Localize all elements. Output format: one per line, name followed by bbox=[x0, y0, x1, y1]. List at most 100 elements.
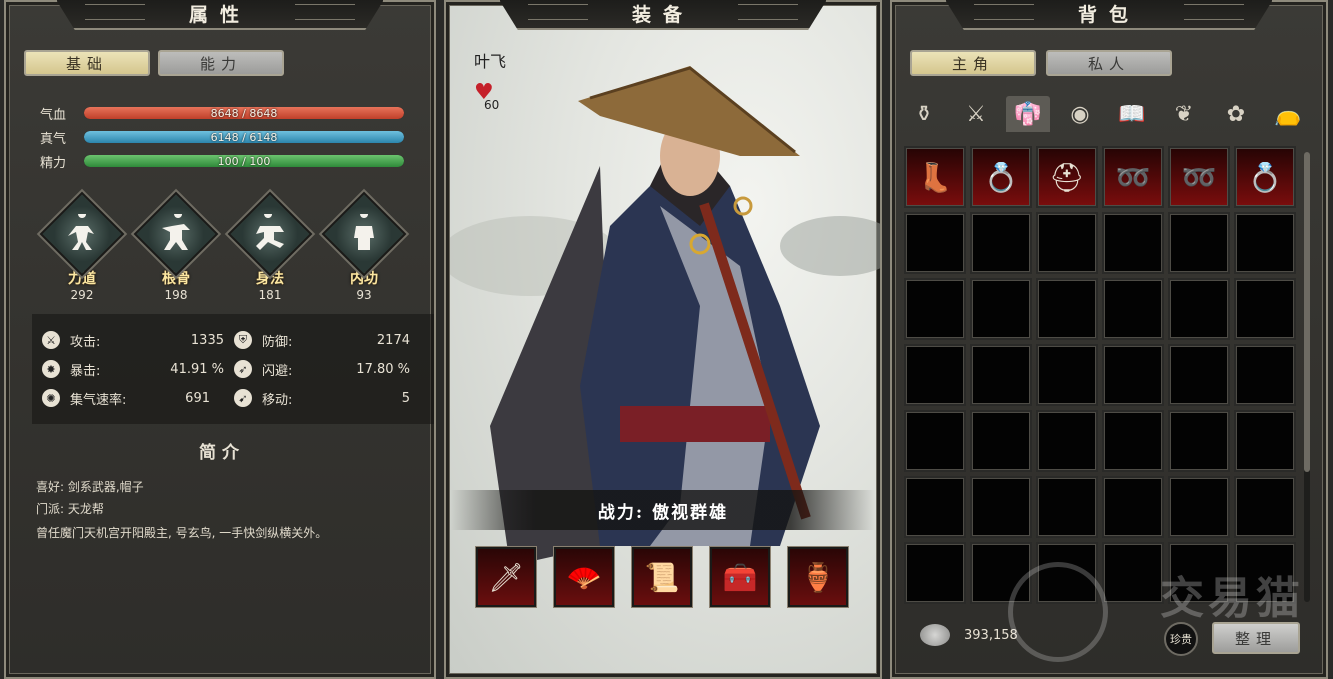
inventory-slot[interactable] bbox=[1168, 212, 1230, 274]
attack-stat: ⚔ 攻击: 1335 bbox=[42, 330, 224, 350]
strength-icon bbox=[39, 191, 125, 277]
inventory-slot[interactable] bbox=[970, 476, 1032, 538]
shield-icon: ⛨ bbox=[234, 331, 252, 349]
treasure-icon: 🧰 bbox=[722, 560, 758, 594]
inventory-slot[interactable] bbox=[1102, 278, 1164, 340]
inventory-slot[interactable] bbox=[970, 212, 1032, 274]
inventory-slot[interactable] bbox=[1036, 344, 1098, 406]
inventory-slot[interactable] bbox=[970, 344, 1032, 406]
qi-label: 真气 bbox=[40, 131, 67, 147]
inventory-slot[interactable]: 👢 bbox=[904, 146, 966, 208]
inventory-slot[interactable] bbox=[1102, 542, 1164, 604]
qi-bar: 6148 / 6148 bbox=[84, 131, 404, 143]
favor-value: 60 bbox=[484, 98, 500, 112]
equip-slot-chest[interactable]: 🧰 bbox=[710, 547, 770, 607]
intro-sect: 门派: 天龙帮 bbox=[36, 502, 104, 516]
inventory-slot[interactable] bbox=[1036, 410, 1098, 472]
equip-slot-accessory[interactable]: 🪭 bbox=[554, 547, 614, 607]
inventory-slot[interactable] bbox=[970, 278, 1032, 340]
character-name: 叶飞 bbox=[474, 52, 507, 71]
move-icon: ➹ bbox=[234, 389, 252, 407]
equip-slot-weapon[interactable]: 🗡 bbox=[476, 547, 536, 607]
inventory-slot[interactable] bbox=[1234, 542, 1296, 604]
category-book-icon[interactable]: 📖 bbox=[1110, 96, 1154, 132]
inventory-slot[interactable] bbox=[1234, 476, 1296, 538]
attr-strength[interactable]: 力道 292 bbox=[39, 191, 125, 302]
fan-icon: 🪭 bbox=[566, 560, 602, 594]
dodge-stat: ➶ 闪避: 17.80 % bbox=[234, 359, 410, 379]
inner-power-icon bbox=[321, 191, 407, 277]
helmet-icon: ⛑ bbox=[1049, 160, 1085, 194]
move-stat: ➹ 移动: 5 bbox=[234, 388, 410, 408]
inventory-slot[interactable] bbox=[904, 278, 966, 340]
category-accessory-icon[interactable]: ◉ bbox=[1058, 96, 1102, 132]
dodge-icon: ➶ bbox=[234, 360, 252, 378]
inventory-slot[interactable] bbox=[904, 476, 966, 538]
inventory-panel-title: 背包 bbox=[944, 0, 1274, 30]
inventory-slot[interactable] bbox=[1036, 212, 1098, 274]
attr-agility[interactable]: 身法 181 bbox=[227, 191, 313, 302]
sort-button[interactable]: 整理 bbox=[1212, 622, 1300, 654]
inventory-slot[interactable] bbox=[1234, 410, 1296, 472]
hp-value: 8648 / 8648 bbox=[210, 107, 278, 119]
inventory-slot[interactable] bbox=[904, 212, 966, 274]
inventory-slot[interactable] bbox=[1102, 476, 1164, 538]
inventory-slot[interactable] bbox=[1168, 410, 1230, 472]
inventory-slot[interactable] bbox=[1234, 212, 1296, 274]
attr-inner-power[interactable]: 内功 93 bbox=[321, 191, 407, 302]
equip-slot-gourd[interactable]: 🏺 bbox=[788, 547, 848, 607]
inventory-slot[interactable] bbox=[1036, 476, 1098, 538]
inventory-slot[interactable]: 💍 bbox=[1234, 146, 1296, 208]
inventory-slot[interactable] bbox=[1102, 410, 1164, 472]
inventory-slot[interactable] bbox=[1234, 278, 1296, 340]
scrollbar-thumb[interactable] bbox=[1304, 152, 1310, 472]
tab-protagonist[interactable]: 主角 bbox=[910, 50, 1036, 76]
inventory-slot[interactable] bbox=[1036, 278, 1098, 340]
money-display: 393,158 bbox=[920, 624, 1018, 646]
hp-row: 气血 8648 / 8648 bbox=[40, 105, 404, 123]
inventory-slot[interactable] bbox=[1234, 344, 1296, 406]
sword-icon: ⚔ bbox=[42, 331, 60, 349]
inventory-slot[interactable] bbox=[904, 344, 966, 406]
defense-stat: ⛨ 防御: 2174 bbox=[234, 330, 410, 350]
tab-ability[interactable]: 能力 bbox=[158, 50, 284, 76]
inventory-slot[interactable] bbox=[970, 410, 1032, 472]
inventory-slot[interactable] bbox=[904, 542, 966, 604]
inventory-slot[interactable] bbox=[1102, 212, 1164, 274]
tab-private[interactable]: 私人 bbox=[1046, 50, 1172, 76]
crit-stat: ✸ 暴击: 41.91 % bbox=[42, 359, 224, 379]
category-herb-icon[interactable]: ✿ bbox=[1214, 96, 1258, 132]
inventory-slot[interactable]: ➿ bbox=[1102, 146, 1164, 208]
category-material-icon[interactable]: ❦ bbox=[1162, 96, 1206, 132]
category-armor-icon[interactable]: 👘 bbox=[1006, 96, 1050, 132]
stamina-value: 100 / 100 bbox=[217, 155, 271, 167]
inventory-slot[interactable] bbox=[1168, 278, 1230, 340]
inventory-slot[interactable] bbox=[1168, 344, 1230, 406]
gourd-icon: 🏺 bbox=[800, 560, 836, 594]
category-misc-icon[interactable]: 👝 bbox=[1266, 96, 1310, 132]
intro-description: 曾任魔门天机宫开阳殿主, 号玄鸟, 一手快剑纵横关外。 bbox=[36, 526, 328, 540]
inventory-scrollbar[interactable] bbox=[1304, 152, 1310, 602]
category-weapon-icon[interactable]: ⚔ bbox=[954, 96, 998, 132]
inventory-slot[interactable] bbox=[904, 410, 966, 472]
ring-icon: 💍 bbox=[1247, 160, 1283, 194]
qi-rate-stat: ✺ 集气速率: 691 bbox=[42, 388, 210, 408]
inventory-slot[interactable]: ➿ bbox=[1168, 146, 1230, 208]
inventory-slot[interactable]: 💍 bbox=[970, 146, 1032, 208]
inventory-slot[interactable] bbox=[1168, 542, 1230, 604]
agility-icon bbox=[227, 191, 313, 277]
inventory-panel: 背包 主角 私人 ⚱ ⚔ 👘 ◉ 📖 ❦ ✿ 👝 👢 💍 ⛑ ➿ ➿ 💍 393… bbox=[890, 0, 1328, 679]
inventory-slot[interactable]: ⛑ bbox=[1036, 146, 1098, 208]
equip-slot-book[interactable]: 📜 bbox=[632, 547, 692, 607]
inventory-slot[interactable] bbox=[1036, 542, 1098, 604]
hp-bar: 8648 / 8648 bbox=[84, 107, 404, 119]
category-all-icon[interactable]: ⚱ bbox=[902, 96, 946, 132]
rare-filter-button[interactable]: 珍贵 bbox=[1164, 622, 1198, 656]
earring-icon: ➿ bbox=[1181, 160, 1217, 194]
tab-basic[interactable]: 基础 bbox=[24, 50, 150, 76]
inventory-slot[interactable] bbox=[1168, 476, 1230, 538]
inventory-slot[interactable] bbox=[970, 542, 1032, 604]
attr-constitution[interactable]: 根骨 198 bbox=[133, 191, 219, 302]
inventory-slot[interactable] bbox=[1102, 344, 1164, 406]
inner-power-value: 93 bbox=[356, 288, 372, 302]
